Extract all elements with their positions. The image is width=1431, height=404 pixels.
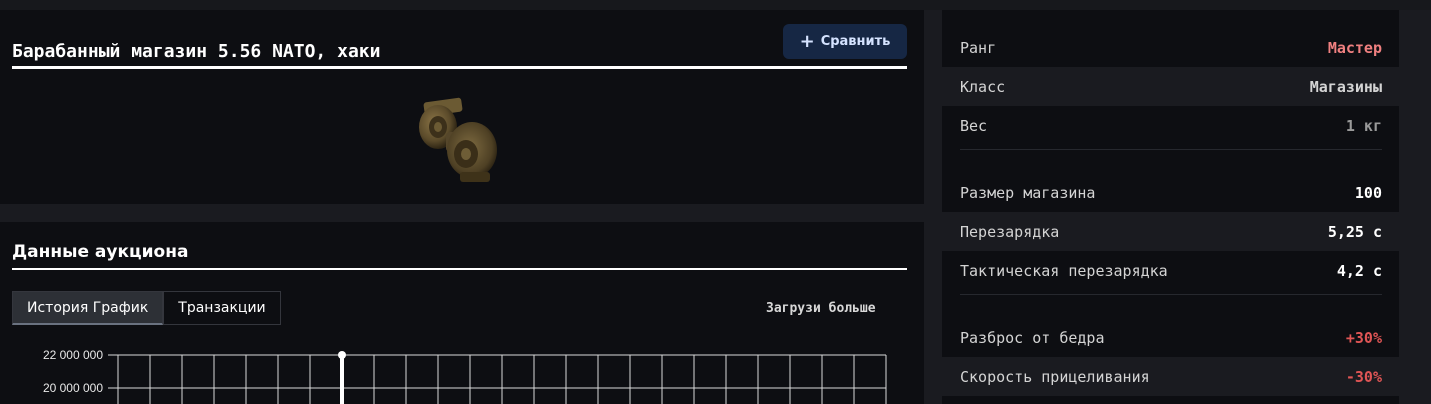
- stats-panel: Ранг Мастер Класс Магазины Вес 1 кг Размер маг…: [942, 10, 1399, 404]
- tab-transactions[interactable]: Транзакции: [163, 291, 281, 325]
- data-point: [338, 351, 346, 359]
- stat-row: Перезарядка 5,25 с: [942, 212, 1399, 251]
- stat-value: 4,2 с: [1336, 261, 1382, 280]
- stat-label: Ранг: [960, 38, 997, 57]
- stat-label: Класс: [960, 77, 1006, 96]
- stats-separator: [960, 294, 1382, 295]
- stat-row: Размер магазина 100: [942, 173, 1399, 212]
- top-band: [0, 0, 1431, 10]
- compare-button[interactable]: + Сравнить: [783, 24, 907, 59]
- auction-divider: [12, 268, 907, 270]
- stat-label: Размер магазина: [960, 183, 1096, 202]
- tab-history-chart[interactable]: История График: [12, 291, 164, 325]
- stat-label: Разброс от бедра: [960, 328, 1105, 347]
- stat-row: Ранг Мастер: [942, 28, 1399, 67]
- item-image: [419, 97, 497, 182]
- stats-separator: [960, 149, 1382, 150]
- stat-row: Разброс от бедра +30%: [942, 318, 1399, 357]
- price-history-chart: 22 000 000 20 000 000: [43, 348, 887, 404]
- y-tick-label: 22 000 000: [43, 348, 103, 362]
- load-more-button[interactable]: Загрузи больше: [766, 301, 876, 316]
- y-tick-label: 20 000 000: [43, 381, 103, 395]
- stat-value: -30%: [1345, 367, 1382, 386]
- stat-row: Вес 1 кг: [942, 106, 1399, 145]
- item-title: Барабанный магазин 5.56 NATO, хаки: [12, 41, 381, 62]
- stat-value: Мастер: [1327, 38, 1382, 57]
- compare-label: Сравнить: [820, 34, 891, 49]
- stat-row: Скорость прицеливания -30%: [942, 357, 1399, 396]
- title-divider: [12, 66, 907, 69]
- plus-icon: +: [799, 30, 815, 52]
- stat-value: 5,25 с: [1327, 222, 1382, 241]
- auction-tabs: История График Транзакции: [12, 291, 281, 325]
- stat-label: Перезарядка: [960, 222, 1060, 241]
- stat-value: 100: [1354, 183, 1382, 202]
- price-series: [338, 351, 346, 404]
- auction-title: Данные аукциона: [12, 242, 189, 262]
- stat-value: Магазины: [1309, 77, 1382, 96]
- stat-row: Тактическая перезарядка 4,2 с: [942, 251, 1399, 290]
- stat-label: Тактическая перезарядка: [960, 261, 1168, 280]
- stat-value: +30%: [1345, 328, 1382, 347]
- stat-value: 1 кг: [1345, 116, 1382, 135]
- stat-row: Класс Магазины: [942, 67, 1399, 106]
- auction-panel: Данные аукциона История График Транзакци…: [0, 222, 924, 404]
- item-panel: Барабанный магазин 5.56 NATO, хаки + Сра…: [0, 10, 924, 204]
- stat-label: Вес: [960, 116, 988, 135]
- stat-label: Скорость прицеливания: [960, 367, 1150, 386]
- chart-grid: [108, 354, 887, 404]
